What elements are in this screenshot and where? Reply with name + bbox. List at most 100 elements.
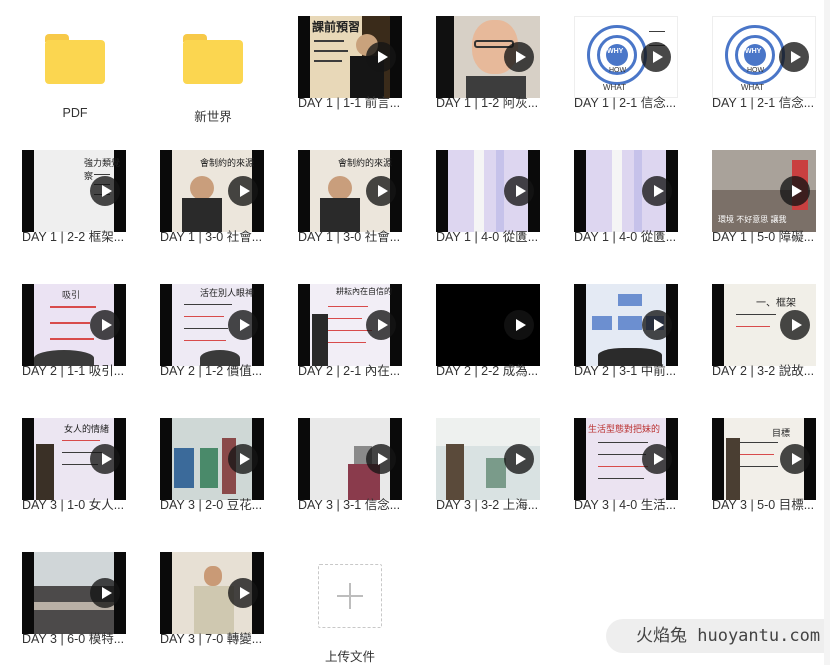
folder-new-world[interactable]: 新世界 [168, 16, 272, 138]
play-icon [228, 176, 258, 206]
slide-text: HOW [609, 67, 627, 74]
video-tile[interactable]: DAY 1 | 1-2 阿灰... [436, 2, 540, 124]
video-tile[interactable]: WHY HOW WHAT DAY 1 | 2-1 信念... [574, 2, 678, 124]
video-thumbnail: 生活型態對把妹的 [574, 418, 678, 500]
video-tile[interactable]: 一、框架 DAY 2 | 3-2 說故... [712, 270, 816, 392]
slide-text: 一、框架 [756, 298, 796, 309]
video-thumbnail [22, 552, 126, 634]
slide-text: 活在別人眼神 [200, 288, 255, 298]
video-tile[interactable]: DAY 3 | 6-0 模特... [22, 538, 126, 660]
slide-text: 耕耘內在自信的 [336, 287, 392, 296]
plus-icon[interactable] [318, 564, 382, 628]
video-tile[interactable]: 耕耘內在自信的 DAY 2 | 2-1 內在... [298, 270, 402, 392]
play-icon [90, 444, 120, 474]
video-label: DAY 3 | 6-0 模特... [22, 632, 125, 646]
play-icon [366, 310, 396, 340]
video-tile[interactable]: DAY 2 | 3-1 中前... [574, 270, 678, 392]
play-icon [780, 444, 810, 474]
video-tile[interactable]: 課前預習 DAY 1 | 1-1 前言... [298, 2, 402, 124]
play-icon [504, 42, 534, 72]
video-thumbnail: 課前預習 [298, 16, 402, 98]
video-thumbnail: 強力類覺察 [22, 150, 126, 232]
play-icon [90, 578, 120, 608]
video-thumbnail: 女人的情緒 [22, 418, 126, 500]
video-thumbnail [436, 150, 540, 232]
video-label: DAY 2 | 2-1 內在... [298, 364, 401, 378]
video-label: DAY 3 | 2-0 豆花... [160, 498, 263, 512]
video-thumbnail [574, 150, 678, 232]
play-icon [90, 176, 120, 206]
play-icon [779, 42, 809, 72]
video-label: DAY 3 | 3-2 上海... [436, 498, 539, 512]
video-label: DAY 1 | 3-0 社會... [160, 230, 263, 244]
folder-label: PDF [62, 106, 88, 120]
video-label: DAY 1 | 3-0 社會... [298, 230, 401, 244]
video-thumbnail [160, 552, 264, 634]
video-label: DAY 1 | 4-0 從匱... [574, 230, 677, 244]
slide-text: WHAT [741, 83, 764, 92]
slide-text: 吸引 [62, 290, 81, 300]
slide-text: 女人的情緒 [64, 424, 110, 434]
upload-label: 上传文件 [324, 650, 375, 664]
video-label: DAY 3 | 4-0 生活... [574, 498, 677, 512]
video-tile[interactable]: 生活型態對把妹的 DAY 3 | 4-0 生活... [574, 404, 678, 526]
video-tile[interactable]: 環境 不好意思 讓我 DAY 1 | 5-0 障礙... [712, 136, 816, 258]
video-tile[interactable]: DAY 1 | 4-0 從匱... [574, 136, 678, 258]
play-icon [366, 42, 396, 72]
play-icon [641, 42, 671, 72]
video-tile[interactable]: 會制約的來源 DAY 1 | 3-0 社會... [160, 136, 264, 258]
video-label: DAY 2 | 2-2 成為... [436, 364, 539, 378]
folder-pdf[interactable]: PDF [30, 16, 134, 138]
video-tile[interactable]: DAY 3 | 2-0 豆花... [160, 404, 264, 526]
video-tile[interactable]: WHY HOW WHAT DAY 1 | 2-1 信念... [712, 2, 816, 124]
video-thumbnail [298, 418, 402, 500]
video-thumbnail [160, 418, 264, 500]
video-label: DAY 1 | 4-0 從匱... [436, 230, 539, 244]
video-tile[interactable]: 會制約的來源 DAY 1 | 3-0 社會... [298, 136, 402, 258]
video-tile[interactable]: DAY 3 | 3-2 上海... [436, 404, 540, 526]
video-thumbnail [436, 418, 540, 500]
video-thumbnail: 活在別人眼神 [160, 284, 264, 366]
video-thumbnail [436, 16, 540, 98]
play-icon [780, 176, 810, 206]
video-tile[interactable]: DAY 3 | 3-1 信念... [298, 404, 402, 526]
video-thumbnail: 會制約的來源 [298, 150, 402, 232]
video-tile[interactable]: DAY 1 | 4-0 從匱... [436, 136, 540, 258]
video-label: DAY 1 | 2-1 信念... [712, 96, 815, 110]
video-label: DAY 2 | 3-2 說故... [712, 364, 815, 378]
upload-tile[interactable]: 上传文件 [298, 550, 402, 672]
play-icon [90, 310, 120, 340]
slide-text: WHAT [603, 83, 626, 92]
scrollbar[interactable] [824, 0, 830, 665]
folder-icon [45, 34, 105, 84]
video-thumbnail: 一、框架 [712, 284, 816, 366]
video-label: DAY 3 | 3-1 信念... [298, 498, 401, 512]
video-label: DAY 3 | 7-0 轉變... [160, 632, 263, 646]
video-tile[interactable]: 活在別人眼神 DAY 2 | 1-2 價值... [160, 270, 264, 392]
play-icon [504, 176, 534, 206]
slide-text: WHY [745, 48, 762, 55]
video-thumbnail: 耕耘內在自信的 [298, 284, 402, 366]
video-tile[interactable]: 女人的情緒 DAY 3 | 1-0 女人... [22, 404, 126, 526]
slide-text: 會制約的來源 [200, 158, 255, 168]
video-tile[interactable]: 目標 DAY 3 | 5-0 目標... [712, 404, 816, 526]
play-icon [642, 444, 672, 474]
video-thumbnail: WHY HOW WHAT [712, 16, 816, 98]
video-label: DAY 1 | 2-1 信念... [574, 96, 677, 110]
folder-icon [183, 34, 243, 84]
watermark: 火焰兔 huoyantu.com [606, 619, 824, 653]
video-thumbnail: 吸引 [22, 284, 126, 366]
play-icon [780, 310, 810, 340]
video-thumbnail [436, 284, 540, 366]
slide-text: 目標 [772, 428, 791, 438]
video-label: DAY 1 | 2-2 框架... [22, 230, 125, 244]
play-icon [366, 444, 396, 474]
play-icon [642, 176, 672, 206]
slide-text: 生活型態對把妹的 [588, 424, 661, 434]
video-label: DAY 1 | 5-0 障礙... [712, 230, 815, 244]
video-tile[interactable]: DAY 3 | 7-0 轉變... [160, 538, 264, 660]
play-icon [504, 310, 534, 340]
video-tile[interactable]: 吸引 DAY 2 | 1-1 吸引... [22, 270, 126, 392]
video-tile[interactable]: 強力類覺察 DAY 1 | 2-2 框架... [22, 136, 126, 258]
video-tile[interactable]: DAY 2 | 2-2 成為... [436, 270, 540, 392]
